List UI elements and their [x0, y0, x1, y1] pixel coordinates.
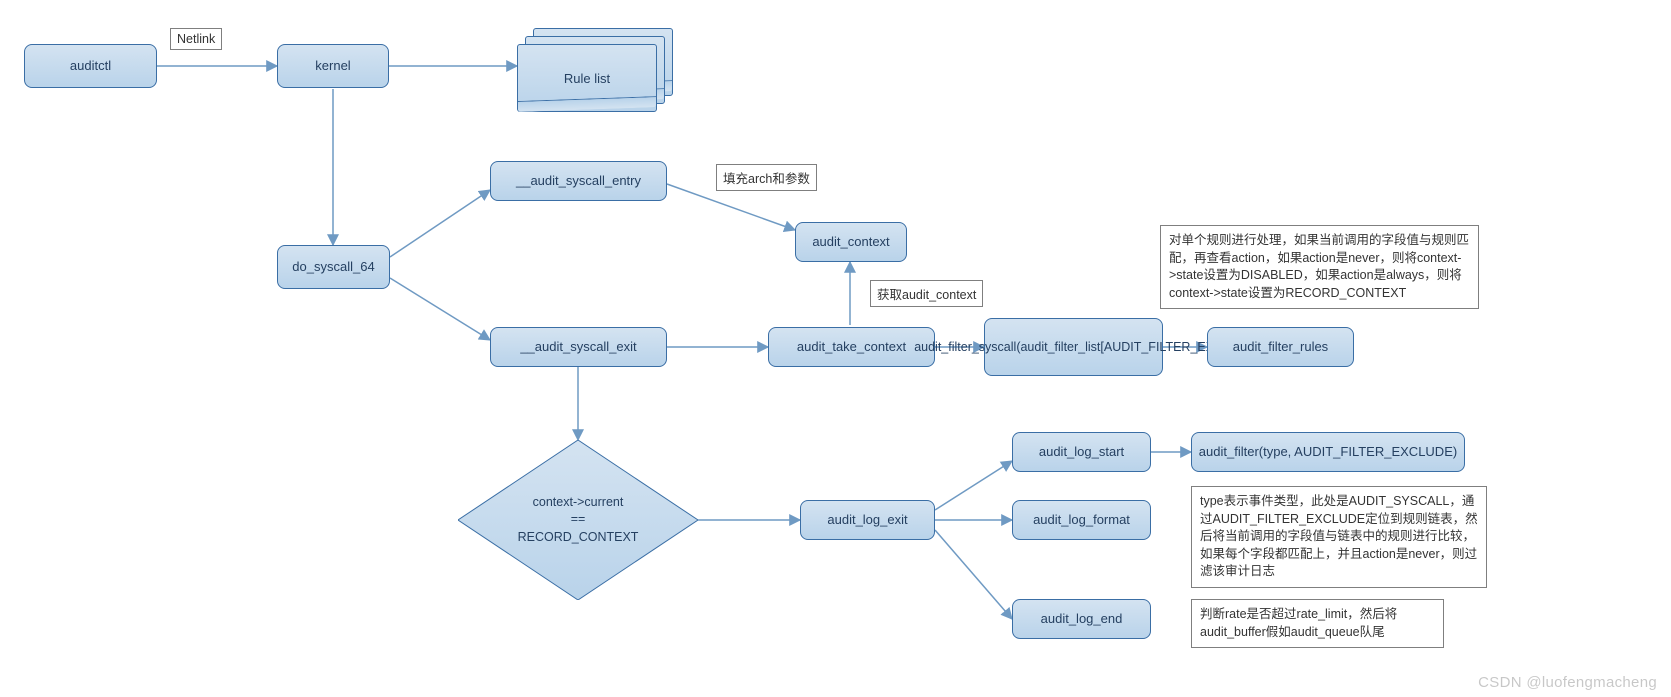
node-audit-context: audit_context — [795, 222, 907, 262]
note-rule-processing: 对单个规则进行处理，如果当前调用的字段值与规则匹配，再查看action，如果ac… — [1160, 225, 1479, 309]
decision-text: context->current == RECORD_CONTEXT — [458, 440, 698, 600]
node-audit-filter-exclude: audit_filter(type, AUDIT_FILTER_EXCLUDE) — [1191, 432, 1465, 472]
node-audit-log-exit: audit_log_exit — [800, 500, 935, 540]
node-auditctl: auditctl — [24, 44, 157, 88]
note-end: 判断rate是否超过rate_limit，然后将audit_buffer假如au… — [1191, 599, 1444, 648]
node-rule-list: Rule list — [517, 28, 677, 118]
node-audit-syscall-entry: __audit_syscall_entry — [490, 161, 667, 201]
node-audit-take-context: audit_take_context — [768, 327, 935, 367]
node-audit-log-format: audit_log_format — [1012, 500, 1151, 540]
node-audit-syscall-exit: __audit_syscall_exit — [490, 327, 667, 367]
node-audit-filter-rules: audit_filter_rules — [1207, 327, 1354, 367]
label-fill-arch: 填充arch和参数 — [716, 164, 817, 191]
node-do-syscall-64: do_syscall_64 — [277, 245, 390, 289]
node-audit-filter-syscall: audit_filter_syscall(audit_filter_list[A… — [984, 318, 1163, 376]
label-get-audit-context: 获取audit_context — [870, 280, 983, 307]
rule-list-label: Rule list — [564, 71, 610, 86]
node-kernel: kernel — [277, 44, 389, 88]
decision-record-context: context->current == RECORD_CONTEXT — [458, 440, 698, 600]
label-netlink: Netlink — [170, 28, 222, 50]
note-exclude: type表示事件类型，此处是AUDIT_SYSCALL，通过AUDIT_FILT… — [1191, 486, 1487, 588]
node-audit-log-start: audit_log_start — [1012, 432, 1151, 472]
watermark: CSDN @luofengmacheng — [1478, 674, 1657, 691]
node-audit-log-end: audit_log_end — [1012, 599, 1151, 639]
